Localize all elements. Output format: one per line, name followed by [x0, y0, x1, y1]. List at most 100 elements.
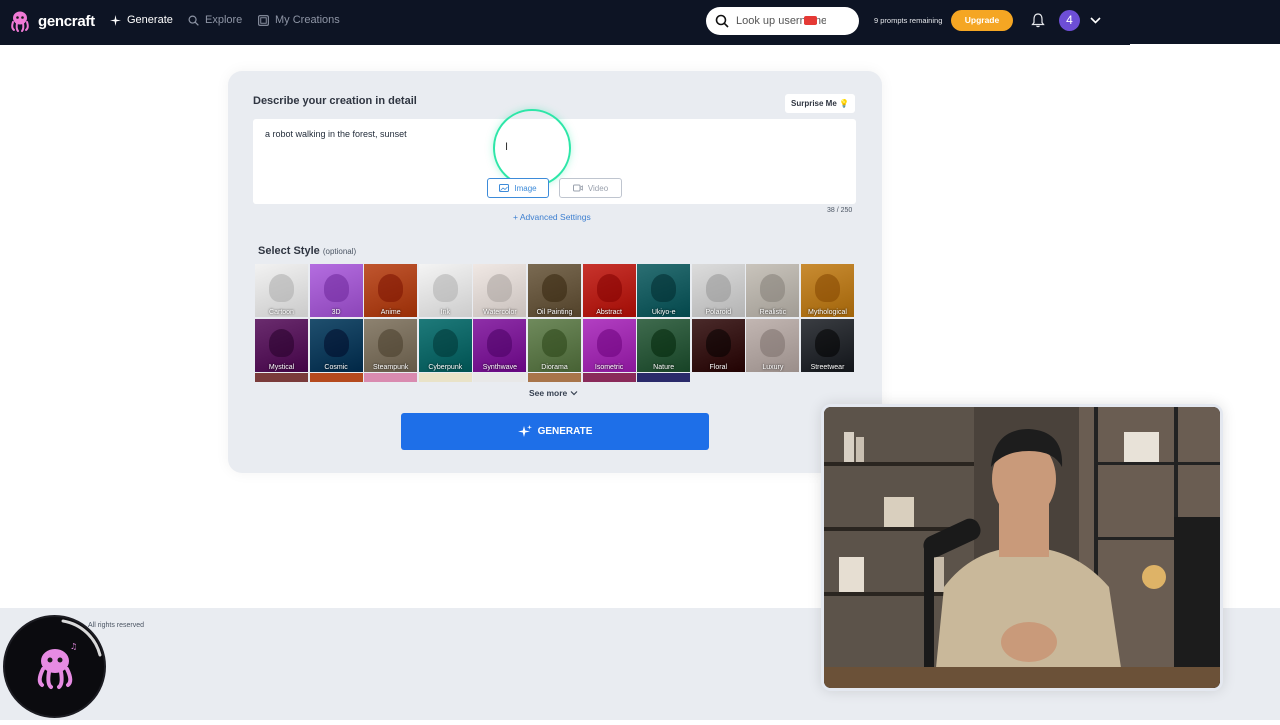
video-mode-button[interactable]: Video: [559, 178, 622, 198]
select-style-heading: Select Style (optional): [258, 245, 356, 257]
style-tile-anime[interactable]: Anime: [364, 264, 418, 317]
style-tile-label: Anime: [380, 309, 401, 316]
style-thumbnail: [542, 328, 567, 357]
style-tile-cartoon[interactable]: Cartoon: [255, 264, 308, 317]
brand-name: gencraft: [38, 12, 95, 30]
bell-icon[interactable]: [1031, 13, 1045, 28]
style-thumbnail: [705, 274, 731, 302]
presenter-webcam: [821, 404, 1223, 691]
style-tile-partial[interactable]: [637, 373, 691, 382]
username-search[interactable]: [706, 7, 859, 35]
style-tile-label: Nature: [653, 363, 675, 371]
nav-link-explore[interactable]: Explore: [188, 14, 242, 26]
chevron-down-icon[interactable]: [1090, 15, 1101, 25]
style-tile-abstract[interactable]: Abstract: [582, 264, 636, 317]
style-thumbnail: [815, 328, 840, 357]
style-tile-oil-painting[interactable]: Oil Painting: [528, 264, 581, 317]
style-tile-partial[interactable]: [309, 373, 363, 382]
style-tile-label: Cyberpunk: [428, 363, 463, 371]
surprise-me-button[interactable]: Surprise Me 💡: [785, 94, 855, 113]
style-thumbnail: [760, 328, 786, 357]
nav-link-label: Explore: [205, 14, 243, 26]
style-thumbnail: [323, 328, 349, 357]
style-thumbnail: [705, 328, 731, 357]
style-tile-floral[interactable]: Floral: [691, 318, 745, 372]
see-more-label: See more: [529, 388, 568, 398]
style-tile-steampunk[interactable]: Steampunk: [364, 318, 418, 372]
style-thumbnail: [269, 328, 294, 357]
style-tile-label: Luxury: [762, 363, 784, 371]
sparkle-icon: [110, 14, 121, 26]
optional-label: (optional): [322, 247, 357, 256]
style-grid: Cartoon 3D Anime Ink Watercolor Oil Painting A…: [255, 264, 855, 382]
style-tile-label: Mythological: [808, 309, 847, 316]
style-tile-cosmic[interactable]: Cosmic: [309, 318, 363, 372]
surprise-me-label: Surprise Me: [791, 99, 837, 108]
gallery-icon: [258, 14, 269, 26]
style-tile-label: Floral: [709, 363, 728, 371]
style-tile-partial[interactable]: [364, 373, 418, 382]
style-tile-partial[interactable]: [528, 373, 581, 382]
select-style-label: Select Style: [258, 245, 320, 257]
nav-divider: [1130, 44, 1280, 46]
style-tile-polaroid[interactable]: Polaroid: [691, 264, 745, 317]
style-tile-3d[interactable]: 3D: [309, 264, 363, 317]
style-tile-partial[interactable]: [473, 373, 527, 382]
nav-link-my-creations[interactable]: My Creations: [258, 14, 340, 26]
style-tile-label: Diorama: [541, 363, 568, 371]
prompt-textarea[interactable]: a robot walking in the forest, sunset I …: [253, 109, 856, 204]
style-tile-mystical[interactable]: Mystical: [255, 318, 308, 372]
nav-link-generate[interactable]: Generate: [110, 14, 173, 26]
style-thumbnail: [487, 274, 513, 302]
prompt-text[interactable]: a robot walking in the forest, sunset: [265, 129, 407, 139]
style-thumbnail: [378, 328, 404, 357]
style-tile-partial[interactable]: [582, 373, 636, 382]
style-tile-label: Watercolor: [483, 309, 517, 316]
style-tile-watercolor[interactable]: Watercolor: [473, 264, 527, 317]
record-indicator-icon: [804, 16, 817, 25]
style-tile-label: Abstract: [596, 309, 622, 316]
user-avatar[interactable]: 4: [1059, 10, 1080, 31]
octopus-logo-icon: [11, 11, 29, 32]
style-tile-streetwear[interactable]: Streetwear: [801, 318, 854, 372]
style-tile-partial[interactable]: [255, 373, 308, 382]
sparkle-icon: [517, 424, 532, 437]
style-tile-label: Polaroid: [705, 309, 732, 316]
style-tile-nature[interactable]: Nature: [637, 318, 691, 372]
nav-link-label: My Creations: [275, 14, 340, 26]
style-thumbnail: [651, 274, 677, 302]
style-tile-label: 3D: [331, 309, 341, 316]
style-tile-label: Synthwave: [482, 363, 518, 371]
style-tile-diorama[interactable]: Diorama: [528, 318, 581, 372]
search-icon: [188, 15, 199, 26]
style-tile-label: Steampunk: [372, 363, 409, 371]
style-tile-label: Streetwear: [810, 363, 845, 371]
style-thumbnail: [815, 274, 840, 302]
style-tile-label: Cartoon: [269, 309, 294, 316]
style-thumbnail: [596, 328, 622, 357]
style-thumbnail: [432, 328, 458, 357]
style-thumbnail: [323, 274, 349, 302]
style-tile-isometric[interactable]: Isometric: [582, 318, 636, 372]
style-tile-partial[interactable]: [418, 373, 472, 382]
style-tile-cyberpunk[interactable]: Cyberpunk: [418, 318, 472, 372]
see-more-button[interactable]: See more: [529, 388, 578, 398]
describe-label: Describe your creation in detail: [253, 95, 417, 107]
creation-card: Describe your creation in detail Surpris…: [228, 71, 882, 473]
generate-button[interactable]: GENERATE: [401, 413, 709, 450]
style-tile-realistic[interactable]: Realistic: [746, 264, 800, 317]
style-tile-ink[interactable]: Ink: [418, 264, 472, 317]
style-tile-synthwave[interactable]: Synthwave: [473, 318, 527, 372]
brand-logo[interactable]: gencraft: [8, 9, 95, 33]
upgrade-button[interactable]: Upgrade: [951, 10, 1013, 31]
style-tile-mythological[interactable]: Mythological: [801, 264, 854, 317]
char-count: 38 / 250: [827, 207, 853, 214]
style-tile-label: Isometric: [594, 363, 624, 371]
style-tile-label: Cosmic: [324, 363, 348, 371]
style-thumbnail: [542, 274, 567, 302]
style-tile-luxury[interactable]: Luxury: [746, 318, 800, 372]
style-tile-ukiyo-e[interactable]: Ukiyo-e: [637, 264, 691, 317]
advanced-settings-link[interactable]: + Advanced Settings: [513, 212, 591, 222]
image-mode-button[interactable]: Image: [487, 178, 549, 198]
style-tile-label: Oil Painting: [536, 309, 573, 316]
